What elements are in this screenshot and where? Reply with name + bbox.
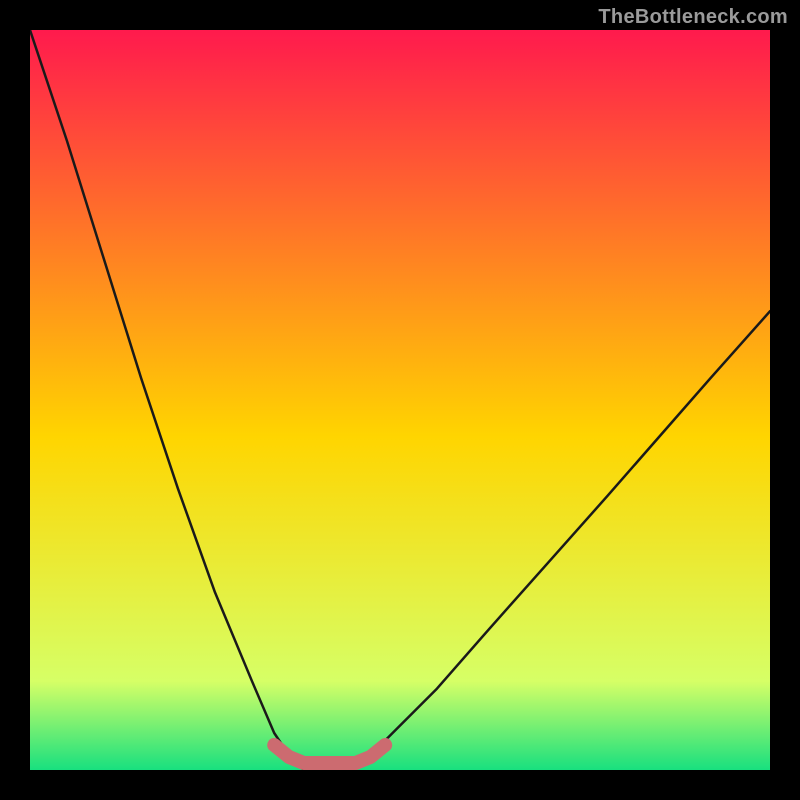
- chart-frame: TheBottleneck.com: [0, 0, 800, 800]
- gradient-background: [30, 30, 770, 770]
- bottleneck-plot: [30, 30, 770, 770]
- watermark-text: TheBottleneck.com: [598, 6, 788, 29]
